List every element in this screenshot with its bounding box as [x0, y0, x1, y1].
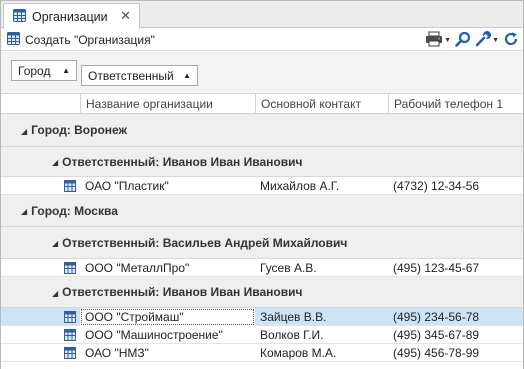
table-row[interactable]: ООО "МеталлПро" Гусев А.В. (495) 123-45-… [1, 259, 523, 277]
wrench-icon [475, 30, 492, 50]
cell-name[interactable]: ОАО "НМЗ" [80, 344, 255, 362]
table-row[interactable]: ООО "Машиностроение" Волков Г.И. (495) 3… [1, 326, 523, 344]
table-row[interactable]: ОАО "Пластик" Михайлов А.Г. (4732) 12-34… [1, 177, 523, 195]
group-row-city[interactable]: ◢ Город: Москва [1, 195, 523, 227]
cell-name[interactable]: ОАО "Пластик" [80, 177, 255, 195]
create-button-label: Создать "Организация" [25, 33, 155, 47]
table-icon [7, 32, 20, 48]
window: Организации ✕ Создать "Организация" ▼ ▼ … [0, 0, 524, 369]
printer-icon [425, 31, 443, 50]
table-icon [64, 347, 76, 362]
group-row-responsible[interactable]: ◢ Ответственный: Иванов Иван Иванович [1, 277, 523, 308]
cell-contact[interactable]: Гусев А.В. [255, 259, 388, 277]
search-button[interactable] [455, 31, 471, 50]
group-chip-city[interactable]: Город ▲ [11, 60, 77, 81]
group-row-responsible[interactable]: ◢ Ответственный: Иванов Иван Иванович [1, 147, 523, 177]
column-header-contact[interactable]: Основной контакт [255, 94, 388, 114]
group-row-content: ◢ Ответственный: Иванов Иван Иванович [52, 147, 302, 176]
sort-asc-icon: ▲ [62, 66, 70, 75]
grid-header: Название организации Основной контакт Ра… [1, 94, 523, 114]
table-icon [64, 311, 76, 326]
cell-contact[interactable]: Волков Г.И. [255, 326, 388, 344]
group-row-label: Ответственный: Иванов Иван Иванович [62, 154, 303, 169]
collapse-triangle-icon: ◢ [52, 158, 59, 167]
group-row-city[interactable]: ◢ Город: Воронеж [1, 114, 523, 147]
toolbar: Создать "Организация" ▼ ▼ [1, 29, 523, 51]
grid-body: ◢ Город: Воронеж ◢ Ответственный: Иванов… [1, 114, 523, 369]
header-indent [1, 94, 80, 114]
chevron-down-icon: ▼ [444, 36, 452, 44]
column-header-name[interactable]: Название организации [80, 94, 255, 114]
refresh-button[interactable] [503, 31, 519, 50]
print-button[interactable]: ▼ [425, 31, 451, 50]
search-icon [455, 31, 471, 50]
cell-name[interactable]: ООО "Строймаш" [80, 308, 255, 326]
cell-phone[interactable]: (495) 456-78-99 [388, 344, 523, 362]
create-button[interactable]: Создать "Организация" [7, 31, 155, 49]
column-header-phone[interactable]: Рабочий телефон 1 [388, 94, 523, 114]
refresh-icon [503, 31, 519, 50]
group-row-content: ◢ Ответственный: Иванов Иван Иванович [52, 277, 302, 307]
cell-phone[interactable]: (495) 123-45-67 [388, 259, 523, 277]
group-chip-label: Ответственный [88, 68, 174, 83]
table-icon [13, 8, 26, 25]
toolbar-actions: ▼ ▼ [425, 30, 519, 50]
group-row-label: Ответственный: Иванов Иван Иванович [62, 285, 303, 299]
group-row-content: ◢ Город: Москва [21, 195, 118, 226]
cell-contact[interactable]: Зайцев В.В. [255, 308, 388, 326]
group-row-content: ◢ Ответственный: Васильев Андрей Михайло… [52, 227, 347, 258]
tab-strip: Организации ✕ [1, 1, 523, 29]
cell-name[interactable]: ООО "Машиностроение" [80, 326, 255, 344]
group-row-label: Город: Москва [31, 203, 118, 218]
table-row[interactable]: ОАО "НМЗ" Комаров М.А. (495) 456-78-99 [1, 344, 523, 362]
group-row-content: ◢ Город: Воронеж [21, 114, 127, 146]
close-icon[interactable]: ✕ [120, 8, 131, 24]
settings-button[interactable]: ▼ [475, 30, 499, 50]
tab-organizations[interactable]: Организации ✕ [3, 3, 140, 29]
cell-contact[interactable]: Комаров М.А. [255, 344, 388, 362]
cell-phone[interactable]: (495) 234-56-78 [388, 308, 523, 326]
collapse-triangle-icon: ◢ [21, 126, 28, 136]
collapse-triangle-icon: ◢ [52, 239, 59, 248]
group-chip-responsible[interactable]: Ответственный ▲ [81, 65, 198, 86]
collapse-triangle-icon: ◢ [52, 288, 59, 298]
collapse-triangle-icon: ◢ [21, 207, 28, 216]
table-icon [64, 180, 76, 195]
sort-asc-icon: ▲ [183, 71, 191, 80]
group-row-responsible[interactable]: ◢ Ответственный: Васильев Андрей Михайло… [1, 227, 523, 259]
cell-phone[interactable]: (4732) 12-34-56 [388, 177, 523, 195]
group-panel: Город ▲ Ответственный ▲ [1, 52, 523, 94]
cell-contact[interactable]: Михайлов А.Г. [255, 177, 388, 195]
cell-name[interactable]: ООО "МеталлПро" [80, 259, 255, 277]
chevron-down-icon: ▼ [492, 36, 499, 44]
table-row-selected[interactable]: ООО "Строймаш" Зайцев В.В. (495) 234-56-… [1, 308, 523, 326]
group-chip-label: Город [18, 63, 51, 78]
group-row-label: Город: Воронеж [31, 123, 128, 137]
table-icon [64, 329, 76, 344]
tab-label: Организации [32, 9, 108, 24]
group-row-label: Ответственный: Васильев Андрей Михайлови… [62, 235, 348, 250]
table-icon [64, 262, 76, 277]
cell-phone[interactable]: (495) 345-67-89 [388, 326, 523, 344]
